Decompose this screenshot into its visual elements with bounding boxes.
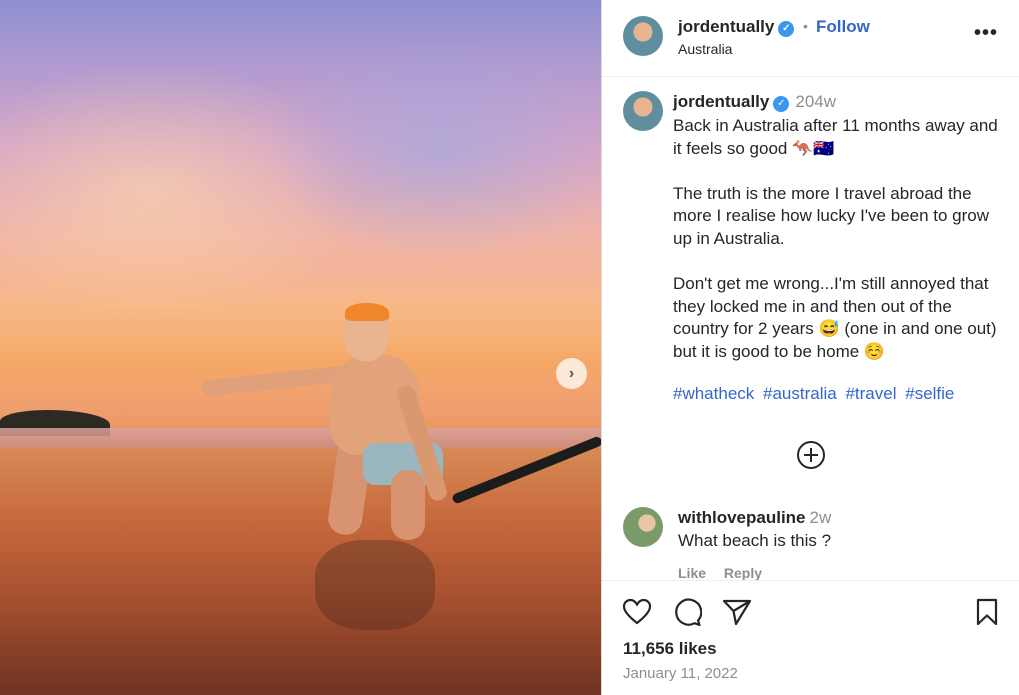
comment-avatar[interactable] xyxy=(623,507,663,547)
comment-age: 2w xyxy=(809,508,832,527)
comment-header: withlovepauline 2w xyxy=(678,508,831,528)
more-options-icon[interactable]: ••• xyxy=(974,22,998,45)
caption-text: Back in Australia after 11 months away a… xyxy=(673,116,998,361)
separator-dot: • xyxy=(803,18,808,34)
follow-button[interactable]: Follow xyxy=(816,17,870,37)
comment-like-button[interactable]: Like xyxy=(678,565,706,581)
heart-icon[interactable] xyxy=(622,597,652,627)
hashtag-link[interactable]: #travel xyxy=(845,384,896,403)
carousel-next-button[interactable]: › xyxy=(556,358,587,389)
caption-block: jordentually ✓ 204w Back in Australia afte… xyxy=(602,77,1019,577)
action-bar: 11,656 likes January 11, 2022 xyxy=(602,580,1019,695)
caption-username[interactable]: jordentually xyxy=(673,92,769,111)
verified-badge-icon: ✓ xyxy=(773,96,790,112)
share-icon[interactable] xyxy=(722,597,752,627)
post-photo[interactable]: › xyxy=(0,0,601,695)
comment-username[interactable]: withlovepauline xyxy=(678,508,806,527)
comment-icon[interactable] xyxy=(672,597,702,627)
avatar[interactable] xyxy=(623,16,663,56)
verified-badge-icon: ✓ xyxy=(778,21,795,37)
load-more-comments-icon[interactable] xyxy=(796,440,826,470)
post-header: jordentually ✓ • Follow Australia ••• xyxy=(602,0,1019,77)
comment-reply-button[interactable]: Reply xyxy=(724,565,762,581)
comment-actions: Like Reply xyxy=(678,565,776,581)
person-cap xyxy=(345,303,389,321)
comment-text: What beach is this ? xyxy=(678,531,832,550)
person-leg-right xyxy=(391,470,425,540)
post-date[interactable]: January 11, 2022 xyxy=(623,665,738,682)
caption-header: jordentually ✓ 204w xyxy=(673,92,836,112)
person-reflection xyxy=(315,540,435,630)
location-link[interactable]: Australia xyxy=(678,41,732,57)
hashtag-link[interactable]: #whatheck xyxy=(673,384,754,403)
caption-age: 204w xyxy=(795,92,836,111)
hashtag-list: #whatheck #australia #travel #selfie xyxy=(673,384,958,404)
person-figure xyxy=(195,295,601,630)
username-text[interactable]: jordentually xyxy=(678,17,774,36)
bookmark-icon[interactable] xyxy=(972,597,1002,627)
post-panel: jordentually ✓ • Follow Australia ••• jor… xyxy=(601,0,1019,695)
comment-item: withlovepauline 2w What beach is this ? L… xyxy=(602,505,1019,581)
selfie-stick xyxy=(451,435,601,505)
chevron-right-icon: › xyxy=(568,364,575,382)
caption-avatar[interactable] xyxy=(623,91,663,131)
like-count[interactable]: 11,656 likes xyxy=(623,639,717,659)
hashtag-link[interactable]: #selfie xyxy=(905,384,954,403)
hashtag-link[interactable]: #australia xyxy=(763,384,837,403)
person-arm-left xyxy=(200,365,352,397)
username-link[interactable]: jordentually ✓ xyxy=(678,17,795,37)
sky-blue-patch xyxy=(260,40,601,260)
